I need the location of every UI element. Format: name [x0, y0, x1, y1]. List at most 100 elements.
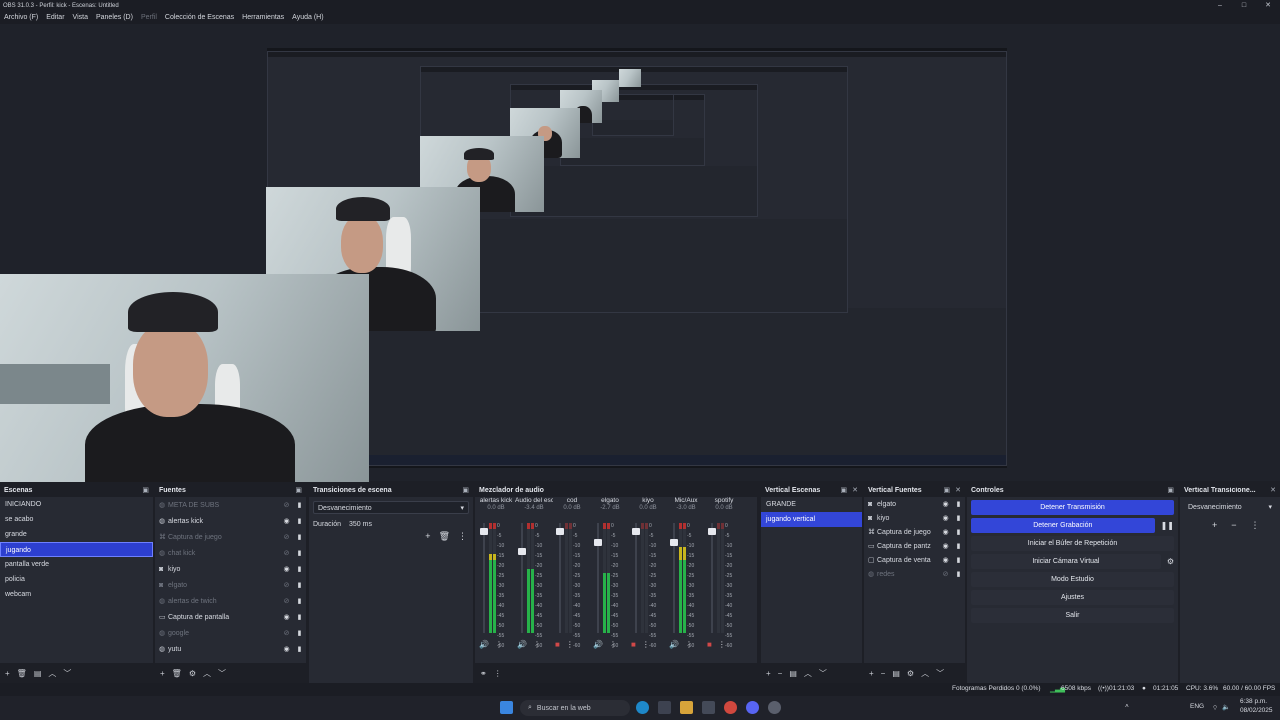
vertical-scene-item[interactable]: GRANDE	[761, 497, 862, 512]
visibility-hidden-icon[interactable]: ⊘	[280, 629, 293, 637]
visibility-hidden-icon[interactable]: ⊘	[280, 501, 293, 509]
lock-icon[interactable]: ▮	[293, 629, 306, 637]
undock-icon[interactable]: ▣	[142, 486, 149, 494]
trash-icon[interactable]: 🗑	[172, 669, 182, 678]
duration-input[interactable]: 350 ms	[345, 518, 393, 531]
source-row[interactable]: ◙ kiyo ◉ ▮	[155, 561, 306, 577]
menu-coleccion-escenas[interactable]: Colección de Escenas	[161, 11, 238, 24]
volume-knob[interactable]	[670, 538, 678, 546]
visibility-hidden-icon[interactable]: ⊘	[939, 570, 952, 578]
menu-archivo[interactable]: Archivo (F)	[0, 11, 42, 24]
lock-icon[interactable]: ▮	[952, 528, 965, 536]
visibility-hidden-icon[interactable]: ⊘	[280, 549, 293, 557]
add-icon[interactable]: +	[160, 669, 165, 678]
speaker-icon[interactable]: 🔊	[479, 640, 489, 649]
visibility-icon[interactable]: ◉	[939, 500, 952, 508]
scene-item[interactable]: webcam	[0, 587, 153, 602]
undock-icon[interactable]: ▣	[841, 486, 848, 494]
trash-icon[interactable]: 🗑	[439, 531, 450, 542]
more-icon[interactable]: ⋮	[495, 640, 503, 649]
lock-icon[interactable]: ▮	[293, 549, 306, 557]
muted-speaker-icon[interactable]: ■	[707, 640, 712, 649]
muted-speaker-icon[interactable]: ■	[631, 640, 636, 649]
gear-icon[interactable]: ⚙	[907, 669, 914, 678]
replay-buffer-button[interactable]: Iniciar el Búfer de Repetición	[971, 536, 1174, 551]
filter-icon[interactable]: ▤	[892, 669, 900, 678]
speaker-icon[interactable]: 🔊	[669, 640, 679, 649]
taskbar-search[interactable]: ⌕ Buscar en la web	[520, 700, 630, 716]
scene-item-selected[interactable]: jugando	[0, 542, 153, 557]
add-icon[interactable]: +	[425, 531, 430, 542]
undock-icon[interactable]: ▣	[295, 486, 302, 494]
lock-icon[interactable]: ▮	[952, 570, 965, 578]
filter-icon[interactable]: ▤	[789, 669, 797, 678]
pause-icon[interactable]: ❚❚	[1161, 521, 1174, 530]
trash-icon[interactable]: 🗑	[17, 669, 27, 678]
gear-icon[interactable]: ⚙	[1167, 557, 1174, 566]
visibility-icon[interactable]: ◉	[280, 565, 293, 573]
source-row[interactable]: ◍ META DE SUBS ⊘ ▮	[155, 497, 306, 513]
more-icon[interactable]: ⋮	[458, 531, 467, 542]
vertical-source-row[interactable]: ▢ Captura de venta ◉ ▮	[864, 553, 965, 567]
more-icon[interactable]: ⋮	[494, 669, 502, 678]
volume-slider[interactable]	[480, 523, 488, 633]
move-down-icon[interactable]: ﹀	[936, 668, 944, 679]
add-icon[interactable]: +	[1212, 520, 1217, 531]
lock-icon[interactable]: ▮	[293, 645, 306, 653]
menu-vista[interactable]: Vista	[69, 11, 92, 24]
visibility-icon[interactable]: ◉	[939, 528, 952, 536]
preview-canvas[interactable]	[0, 24, 1280, 482]
source-row[interactable]: ◍ alertas de twich ⊘ ▮	[155, 593, 306, 609]
move-up-icon[interactable]: ︿	[921, 668, 929, 679]
lock-icon[interactable]: ▮	[293, 565, 306, 573]
vertical-source-row[interactable]: ◍ redes ⊘ ▮	[864, 567, 965, 581]
scene-item[interactable]: pantalla verde	[0, 557, 153, 572]
speaker-icon[interactable]: 🔊	[517, 640, 527, 649]
vertical-scene-item-selected[interactable]: jugando vertical	[761, 512, 862, 527]
clock-date[interactable]: 08/02/2025	[1240, 707, 1273, 714]
lock-icon[interactable]: ▮	[293, 501, 306, 509]
volume-slider[interactable]	[518, 523, 526, 633]
maximize-button[interactable]: □	[1232, 0, 1256, 11]
source-row[interactable]: ▭ Captura de pantalla ◉ ▮	[155, 609, 306, 625]
more-icon[interactable]: ⋮	[533, 640, 541, 649]
virtual-camera-button[interactable]: Iniciar Cámara Virtual	[971, 554, 1161, 569]
scene-item[interactable]: se acabo	[0, 512, 153, 527]
lock-icon[interactable]: ▮	[293, 613, 306, 621]
start-icon[interactable]	[500, 701, 513, 714]
scene-item[interactable]: grande	[0, 527, 153, 542]
edge-icon[interactable]	[636, 701, 649, 714]
vertical-source-row[interactable]: ◙ elgato ◉ ▮	[864, 497, 965, 511]
speaker-icon[interactable]: 🔊	[593, 640, 603, 649]
move-up-icon[interactable]: ︿	[48, 668, 56, 679]
move-down-icon[interactable]: ﹀	[819, 668, 827, 679]
volume-slider[interactable]	[556, 523, 564, 633]
more-icon[interactable]: ⋮	[1251, 520, 1260, 531]
obs-icon[interactable]	[768, 701, 781, 714]
tray-chevron-icon[interactable]: ˄	[1125, 703, 1129, 710]
remove-icon[interactable]: −	[881, 669, 886, 678]
source-row[interactable]: ◍ alertas kick ◉ ▮	[155, 513, 306, 529]
network-icon[interactable]: ⌔	[1212, 703, 1218, 712]
volume-knob[interactable]	[518, 547, 526, 555]
volume-slider[interactable]	[708, 523, 716, 633]
stop-recording-button[interactable]: Detener Grabación	[971, 518, 1155, 533]
filter-icon[interactable]: ▤	[34, 669, 42, 678]
link-icon[interactable]: ⚭	[480, 669, 487, 678]
more-icon[interactable]: ⋮	[609, 640, 617, 649]
source-row[interactable]: ◍ google ⊘ ▮	[155, 625, 306, 641]
source-row[interactable]: ◙ elgato ⊘ ▮	[155, 577, 306, 593]
transition-select[interactable]: Desvanecimiento ▾	[313, 501, 469, 514]
volume-knob[interactable]	[632, 528, 640, 536]
exit-button[interactable]: Salir	[971, 608, 1174, 623]
source-row[interactable]: ◍ chat kick ⊘ ▮	[155, 545, 306, 561]
volume-knob[interactable]	[708, 528, 716, 536]
visibility-hidden-icon[interactable]: ⊘	[280, 533, 293, 541]
vertical-transition-select[interactable]: Desvanecimiento ▾	[1184, 501, 1276, 514]
stop-streaming-button[interactable]: Detener Transmisión	[971, 500, 1174, 515]
vertical-source-row[interactable]: ◙ kiyo ◉ ▮	[864, 511, 965, 525]
visibility-icon[interactable]: ◉	[939, 542, 952, 550]
volume-slider[interactable]	[632, 523, 640, 633]
move-down-icon[interactable]: ﹀	[218, 668, 226, 679]
visibility-hidden-icon[interactable]: ⊘	[280, 597, 293, 605]
